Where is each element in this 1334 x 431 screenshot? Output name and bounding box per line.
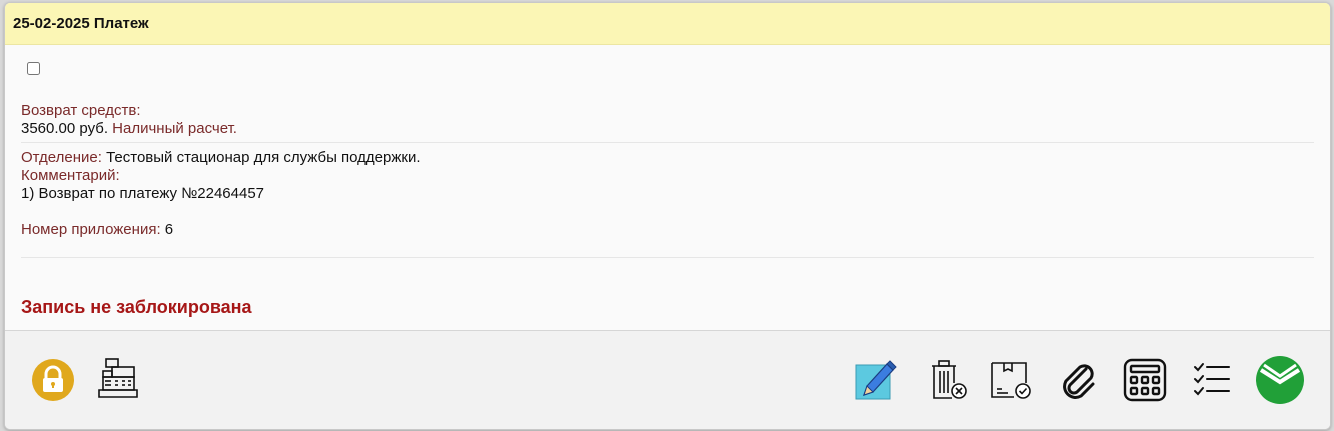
checklist-icon[interactable]	[1189, 357, 1235, 403]
package-check-icon[interactable]	[988, 357, 1034, 403]
amount-value: 3560.00 руб.	[21, 120, 108, 137]
comment-value: 1) Возврат по платежу №22464457	[21, 185, 265, 202]
card-title: 25-02-2025 Платеж	[13, 15, 149, 32]
attachment-row: Номер приложения: 6	[21, 221, 173, 239]
amount-row: 3560.00 руб. Наличный расчет.	[21, 120, 237, 138]
attachment-value: 6	[164, 221, 174, 238]
operation-row: Возврат средств:	[21, 102, 141, 120]
delete-icon[interactable]	[924, 357, 970, 403]
cash-register-icon[interactable]	[95, 357, 141, 403]
card-body: Возврат средств: 3560.00 руб. Наличный р…	[5, 45, 1330, 330]
department-label: Отделение:	[21, 149, 102, 166]
payment-type: Наличный расчет.	[112, 120, 237, 137]
calculator-icon[interactable]	[1122, 357, 1168, 403]
department-row: Отделение: Тестовый стационар для службы…	[21, 149, 421, 167]
attachment-label: Номер приложения:	[21, 221, 161, 238]
comment-label-row: Комментарий:	[21, 167, 120, 185]
divider	[21, 257, 1314, 258]
paperclip-icon[interactable]	[1056, 357, 1102, 403]
edit-icon[interactable]	[854, 357, 900, 403]
card-header: 25-02-2025 Платеж	[5, 3, 1330, 45]
sberbank-icon[interactable]	[1255, 355, 1305, 405]
payment-card: 25-02-2025 Платеж Возврат средств: 3560.…	[4, 2, 1331, 430]
department-value: Тестовый стационар для службы поддержки.	[106, 149, 421, 166]
divider	[21, 142, 1314, 143]
comment-value-row: 1) Возврат по платежу №22464457	[21, 185, 264, 203]
lock-icon[interactable]	[30, 357, 76, 403]
lock-status: Запись не заблокирована	[21, 297, 252, 317]
select-checkbox[interactable]	[27, 62, 40, 75]
comment-label: Комментарий:	[21, 167, 120, 184]
action-toolbar	[5, 330, 1330, 429]
operation-label: Возврат средств:	[21, 102, 141, 119]
